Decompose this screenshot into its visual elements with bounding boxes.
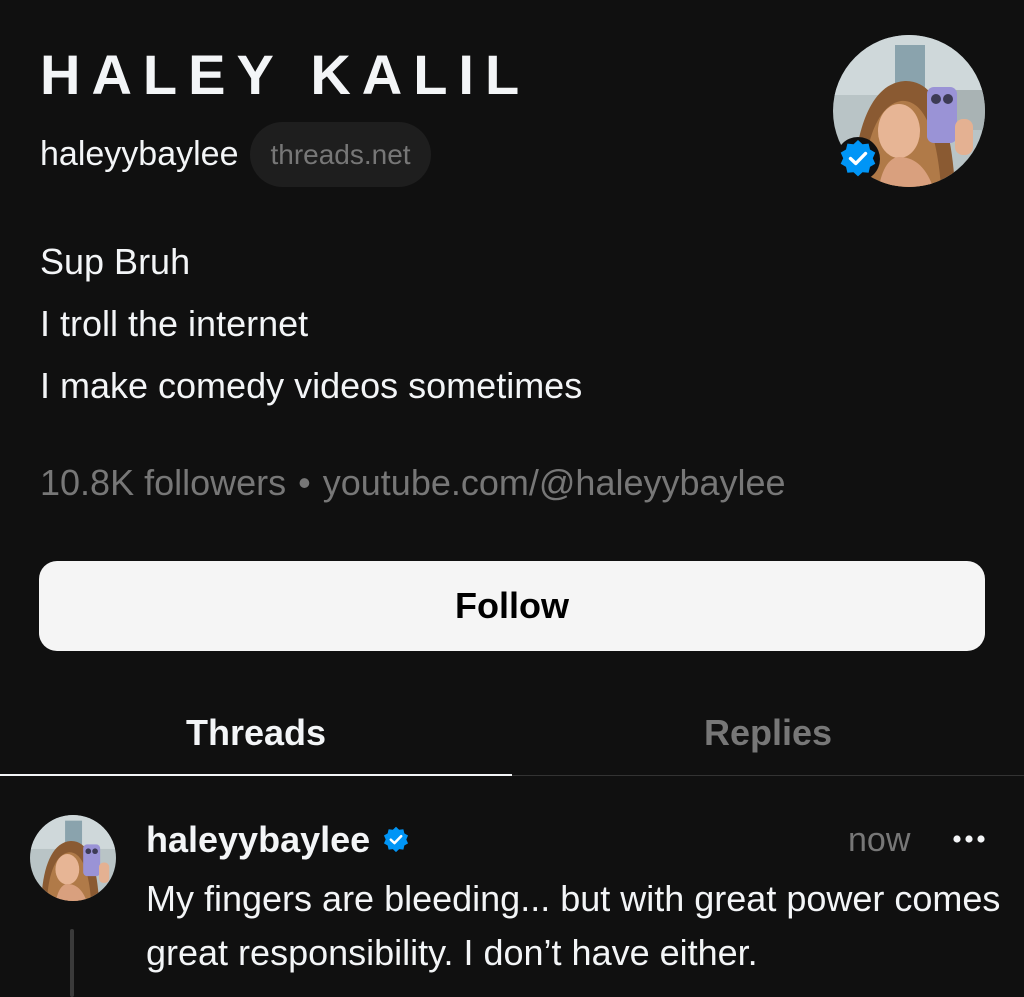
followers-count[interactable]: 10.8K followers: [40, 462, 286, 503]
post-timestamp: now: [848, 820, 911, 859]
profile-page: HALEY KALIL haleyybaylee threads.net Sup…: [0, 0, 1024, 997]
post-username[interactable]: haleyybaylee: [146, 819, 370, 861]
profile-bio: Sup Bruh I troll the internet I make com…: [40, 231, 582, 417]
more-options-icon[interactable]: [949, 827, 989, 851]
bio-line: I make comedy videos sometimes: [40, 365, 583, 406]
verified-badge-icon: [836, 137, 880, 181]
post-avatar[interactable]: [30, 815, 116, 901]
bio-line: I troll the internet: [40, 303, 309, 344]
profile-display-name: HALEY KALIL: [40, 43, 531, 106]
post-avatar-image: [30, 815, 116, 901]
bio-line: Sup Bruh: [40, 241, 191, 282]
tab-threads[interactable]: Threads: [0, 690, 512, 776]
active-tab-indicator: [0, 774, 512, 776]
profile-handle: haleyybaylee: [40, 135, 239, 173]
handle-row: haleyybaylee threads.net: [40, 122, 431, 187]
thread-post[interactable]: haleyybaylee now My fingers are bleeding…: [0, 779, 1024, 997]
tab-replies[interactable]: Replies: [512, 690, 1024, 776]
tabs-divider: [512, 775, 1024, 776]
profile-meta: 10.8K followers • youtube.com/@haleyybayle…: [40, 458, 786, 508]
thread-connector-line: [70, 929, 74, 997]
domain-chip[interactable]: threads.net: [250, 122, 431, 187]
verified-badge-icon: [384, 826, 409, 853]
post-author: haleyybaylee: [146, 815, 412, 865]
profile-tabs: Threads Replies: [0, 690, 1024, 778]
post-text: My fingers are bleeding... but with grea…: [146, 878, 1001, 973]
profile-link[interactable]: youtube.com/@haleyybaylee: [323, 462, 786, 503]
follow-button[interactable]: Follow: [39, 561, 985, 651]
meta-separator: •: [298, 462, 311, 503]
